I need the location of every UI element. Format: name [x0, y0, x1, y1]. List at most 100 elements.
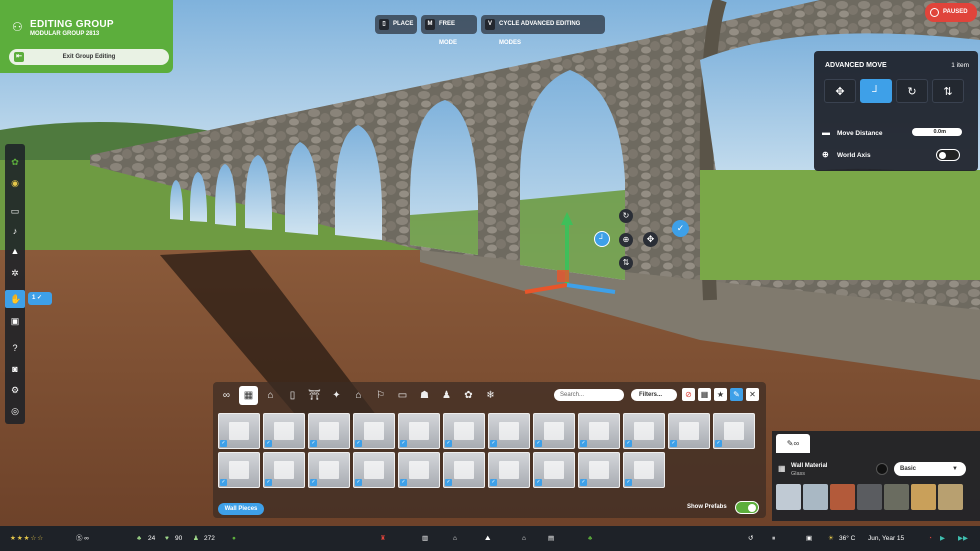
staff-icon[interactable]: ♥	[165, 533, 169, 544]
palette-icon[interactable]: ◉	[10, 178, 20, 188]
browser-tab-6[interactable]: ⌂	[349, 386, 368, 405]
wall-pieces-tab[interactable]: Wall Pieces	[218, 503, 264, 515]
filters-button[interactable]: Filters...	[631, 389, 677, 401]
money-icon[interactable]: Ⓢ ∞	[76, 533, 89, 544]
material-swatch[interactable]	[776, 484, 801, 510]
wall-piece-tile[interactable]: ✓	[308, 452, 350, 488]
browser-tab-9[interactable]: ☗	[415, 386, 434, 405]
gizmo-globe-icon[interactable]: ⊕	[619, 233, 633, 247]
wall-piece-tile[interactable]: ✓	[398, 452, 440, 488]
gizmo-align-icon[interactable]: ⇅	[619, 256, 633, 270]
wall-piece-tile[interactable]: ✓	[443, 413, 485, 449]
wall-piece-tile[interactable]: ✓	[533, 452, 575, 488]
paused-button[interactable]: PAUSED	[925, 3, 977, 22]
material-swatch[interactable]	[884, 484, 909, 510]
wall-piece-tile[interactable]: ✓	[533, 413, 575, 449]
material-swatch[interactable]	[830, 484, 855, 510]
wall-piece-tile[interactable]: ✓	[398, 413, 440, 449]
show-prefabs-toggle[interactable]	[735, 501, 759, 514]
wall-piece-tile[interactable]: ✓	[488, 413, 530, 449]
path-icon[interactable]: ▥	[422, 533, 428, 544]
gizmo-snap-icon[interactable]: ┘	[594, 231, 610, 247]
clipboard-icon[interactable]: ▣	[10, 316, 20, 326]
tree-icon[interactable]: ♣	[588, 533, 592, 544]
check-icon: ✓	[535, 440, 542, 447]
buildings-icon[interactable]: ⌂	[522, 533, 526, 544]
browser-tab-2[interactable]: ⌂	[261, 386, 280, 405]
target-icon[interactable]: ◎	[10, 406, 20, 416]
pin-icon[interactable]: ✎	[730, 388, 743, 401]
no-filter-icon[interactable]: ⊘	[682, 388, 695, 401]
wall-piece-tile[interactable]: ✓	[353, 413, 395, 449]
browser-tab-10[interactable]: ♟	[437, 386, 456, 405]
browser-tab-8[interactable]: ▭	[393, 386, 412, 405]
favorite-icon[interactable]: ★	[714, 388, 727, 401]
browser-tab-1[interactable]: ▦	[239, 386, 258, 405]
gizmo-rotate-icon[interactable]: ↻	[619, 209, 633, 223]
play-icon[interactable]: ▶	[940, 533, 945, 544]
browser-tab-7[interactable]: ⚐	[371, 386, 390, 405]
browser-tab-0[interactable]: ∞	[217, 386, 236, 405]
align-icon[interactable]: ⇅	[932, 79, 964, 103]
material-swatch[interactable]	[938, 484, 963, 510]
move-distance-input[interactable]: 0.0m	[912, 128, 962, 136]
paint-brush-icon[interactable]: ✎∞	[776, 434, 810, 453]
undo-icon[interactable]: ↺	[748, 533, 753, 544]
browser-tab-4[interactable]: ⛩	[305, 386, 324, 405]
wall-piece-tile[interactable]: ✓	[218, 452, 260, 488]
wall-piece-tile[interactable]: ✓	[263, 413, 305, 449]
research-icon[interactable]: ●	[232, 533, 236, 544]
browser-tab-5[interactable]: ✦	[327, 386, 346, 405]
color-swatch[interactable]	[876, 463, 888, 475]
bell-icon[interactable]: ♪	[10, 226, 20, 236]
browser-tab-12[interactable]: ❄	[481, 386, 500, 405]
gear-icon[interactable]: ⚙	[10, 385, 20, 395]
wall-piece-tile[interactable]: ✓	[263, 452, 305, 488]
fast-forward-icon[interactable]: ▶▶	[958, 533, 968, 544]
wall-piece-tile[interactable]: ✓	[713, 413, 755, 449]
guests-icon[interactable]: ♣	[137, 533, 141, 544]
camera-mode-icon[interactable]: ▣	[806, 533, 812, 544]
camera-icon[interactable]: ◙	[10, 364, 20, 374]
gizmo-move-icon[interactable]: ✥	[643, 232, 658, 247]
material-swatch[interactable]	[803, 484, 828, 510]
terrain-icon[interactable]: ⛰	[485, 533, 490, 544]
wall-piece-tile[interactable]: ✓	[488, 452, 530, 488]
snap-corner-icon[interactable]: ┘	[860, 79, 892, 103]
wall-piece-tile[interactable]: ✓	[623, 413, 665, 449]
world-axis-toggle[interactable]	[936, 149, 960, 161]
scenery-icon[interactable]: ✿	[10, 157, 20, 167]
browser-tab-3[interactable]: ▯	[283, 386, 302, 405]
settings-icon[interactable]: ✲	[10, 268, 20, 278]
wall-piece-tile[interactable]: ✓	[668, 413, 710, 449]
move-icon[interactable]: ✥	[824, 79, 856, 103]
wall-piece-tile[interactable]: ✓	[443, 452, 485, 488]
search-input[interactable]: Search...	[554, 389, 624, 401]
speed-slow-icon[interactable]: ⏸	[772, 533, 775, 544]
exit-group-editing-button[interactable]: ⇤ Exit Group Editing	[9, 49, 169, 65]
wall-piece-tile[interactable]: ✓	[578, 452, 620, 488]
help-icon[interactable]: ?	[10, 343, 20, 353]
wall-piece-tile[interactable]: ✓	[308, 413, 350, 449]
warning-icon[interactable]: ▲	[10, 246, 20, 256]
material-swatch[interactable]	[857, 484, 882, 510]
hint-free-mode-label: FREE MODE	[439, 21, 457, 46]
rotate-icon[interactable]: ↻	[896, 79, 928, 103]
material-swatch[interactable]	[911, 484, 936, 510]
grid-view-icon[interactable]: ▦	[698, 388, 711, 401]
scenery-tool-icon[interactable]: ⌂	[453, 533, 457, 544]
close-icon[interactable]: ✕	[746, 388, 759, 401]
shops-icon[interactable]: ▤	[548, 533, 554, 544]
wall-piece-tile[interactable]: ✓	[578, 413, 620, 449]
gizmo-confirm-icon[interactable]: ✓	[672, 220, 689, 237]
wall-piece-tile[interactable]: ✓	[218, 413, 260, 449]
people-icon[interactable]: ♟	[193, 533, 199, 544]
material-select[interactable]: Basic ▼	[894, 462, 966, 476]
chat-icon[interactable]: ▭	[10, 206, 20, 216]
hand-tool-button[interactable]: ✋	[5, 290, 25, 308]
check-icon: ✓	[580, 479, 587, 486]
coaster-icon[interactable]: ♜	[380, 533, 386, 544]
wall-piece-tile[interactable]: ✓	[353, 452, 395, 488]
browser-tab-11[interactable]: ✿	[459, 386, 478, 405]
wall-piece-tile[interactable]: ✓	[623, 452, 665, 488]
